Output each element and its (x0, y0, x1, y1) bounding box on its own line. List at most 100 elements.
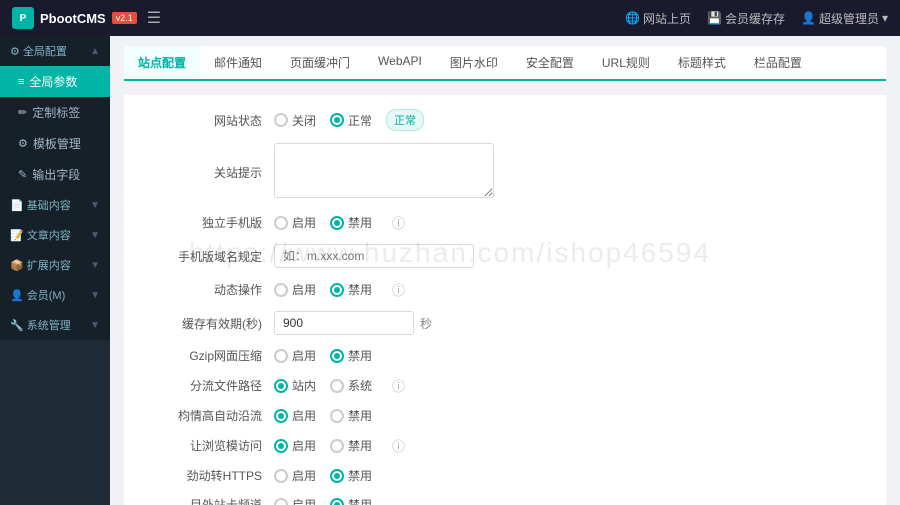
control-https: 启用 禁用 (274, 467, 674, 484)
radio-https-enable[interactable]: 启用 (274, 467, 316, 484)
sidebar-item-output-field[interactable]: ✎ 输出字段 (0, 159, 110, 190)
radio-mobile-disable[interactable]: 禁用 (330, 214, 372, 231)
control-auto-redirect: 启用 禁用 (274, 407, 674, 424)
nav-website[interactable]: 🌐 网站上页 (625, 10, 691, 27)
content-area: 站点配置 邮件通知 页面缓冲门 WebAPI 图片水印 安全配置 URL规则 标… (110, 36, 900, 505)
label-ext-channel: 目外站卡频道 (144, 496, 274, 505)
sidebar-section-label: 👤 会员(M) (10, 287, 65, 303)
radio-path-system[interactable]: 系统 (330, 377, 372, 394)
radio-browser-disable[interactable]: 禁用 (330, 437, 372, 454)
sidebar-item-template[interactable]: ⚙ 模板管理 (0, 128, 110, 159)
label-site-status: 网站状态 (144, 112, 274, 129)
radio-circle-auto-redirect-disable (330, 409, 344, 423)
tab-email-notify[interactable]: 邮件通知 (200, 46, 276, 81)
sidebar-item-label: 定制标签 (32, 104, 80, 121)
radio-circle-browser-enable (274, 439, 288, 453)
radio-https-disable[interactable]: 禁用 (330, 467, 372, 484)
textarea-close-notice[interactable] (274, 143, 494, 198)
control-site-status: 关闭 正常 正常 (274, 109, 674, 131)
radio-auto-redirect-disable[interactable]: 禁用 (330, 407, 372, 424)
radio-dynamic-enable[interactable]: 启用 (274, 281, 316, 298)
sidebar-header-extend[interactable]: 📦 扩展内容 ▼ (0, 250, 110, 280)
radio-circle-browser-disable (330, 439, 344, 453)
sidebar-item-custom-tags[interactable]: ✏ 定制标签 (0, 97, 110, 128)
radio-mobile-enable[interactable]: 启用 (274, 214, 316, 231)
radio-gzip-disable[interactable]: 禁用 (330, 347, 372, 364)
radio-group-gzip: 启用 禁用 (274, 347, 674, 364)
radio-auto-redirect-enable[interactable]: 启用 (274, 407, 316, 424)
chevron-up-icon: ▲ (90, 46, 100, 57)
sidebar-section-system: 🔧 系统管理 ▼ (0, 310, 110, 340)
sidebar-header-system[interactable]: 🔧 系统管理 ▼ (0, 310, 110, 340)
help-icon-dynamic[interactable]: ⓘ (392, 280, 405, 299)
sidebar-section-article: 📝 文章内容 ▼ (0, 220, 110, 250)
sidebar-section-label: ⚙ 全局配置 (10, 43, 67, 59)
radio-circle-ext-enable (274, 498, 288, 505)
tab-image-watermark[interactable]: 图片水印 (436, 46, 512, 81)
radio-group-https: 启用 禁用 (274, 467, 674, 484)
sidebar-header-article[interactable]: 📝 文章内容 ▼ (0, 220, 110, 250)
sidebar-header-member[interactable]: 👤 会员(M) ▼ (0, 280, 110, 310)
control-mobile: 启用 禁用 ⓘ (274, 213, 674, 232)
form-row-dynamic: 动态操作 启用 禁用 ⓘ (144, 280, 866, 299)
form-row-file-path: 分流文件路径 站内 系统 ⓘ (144, 376, 866, 395)
help-icon-browser[interactable]: ⓘ (392, 436, 405, 455)
logo: P PbootCMS v2.1 (12, 7, 137, 29)
radio-group-dynamic: 启用 禁用 ⓘ (274, 280, 674, 299)
nav-cache[interactable]: 💾 会员缓存存 (707, 10, 785, 27)
sidebar-section-extend: 📦 扩展内容 ▼ (0, 250, 110, 280)
sidebar-section-basic: 📄 基础内容 ▼ (0, 190, 110, 220)
tab-webapi[interactable]: WebAPI (364, 46, 436, 81)
control-browser-visit: 启用 禁用 ⓘ (274, 436, 674, 455)
radio-circle-mobile-enable (274, 216, 288, 230)
radio-label-disable: 禁用 (348, 407, 372, 424)
radio-circle-path-local (274, 379, 288, 393)
tab-security[interactable]: 安全配置 (512, 46, 588, 81)
input-cache-expire[interactable] (274, 311, 414, 335)
form-row-close-notice: 关站提示 (144, 143, 866, 201)
field-icon: ✎ (18, 168, 27, 181)
logo-text: PbootCMS (40, 11, 106, 26)
label-gzip: Gzip网面压缩 (144, 347, 274, 364)
hamburger-icon[interactable]: ☰ (147, 8, 161, 28)
tab-title-style[interactable]: 标题样式 (664, 46, 740, 81)
radio-path-local[interactable]: 站内 (274, 377, 316, 394)
nav-admin[interactable]: 👤 超级管理员 ▾ (801, 10, 888, 27)
form-panel: 网站状态 关闭 正常 正常 (124, 95, 886, 505)
input-mobile-domain[interactable] (274, 244, 474, 268)
radio-circle-https-enable (274, 469, 288, 483)
radio-circle-auto-redirect-enable (274, 409, 288, 423)
radio-label-normal: 正常 (348, 112, 372, 129)
form-row-cache-expire: 缓存有效期(秒) 秒 (144, 311, 866, 335)
sidebar-item-label: 全局参数 (29, 73, 77, 90)
radio-dynamic-disable[interactable]: 禁用 (330, 281, 372, 298)
tab-column-config[interactable]: 栏品配置 (740, 46, 816, 81)
radio-ext-enable[interactable]: 启用 (274, 496, 316, 505)
radio-circle-dynamic-enable (274, 283, 288, 297)
sidebar-section-label: 📝 文章内容 (10, 227, 71, 243)
sidebar-header-global[interactable]: ⚙ 全局配置 ▲ (0, 36, 110, 66)
radio-browser-enable[interactable]: 启用 (274, 437, 316, 454)
radio-ext-disable[interactable]: 禁用 (330, 496, 372, 505)
sidebar-header-basic[interactable]: 📄 基础内容 ▼ (0, 190, 110, 220)
control-mobile-domain (274, 244, 674, 268)
radio-label-disable: 禁用 (348, 467, 372, 484)
logo-icon: P (12, 7, 34, 29)
radio-normal[interactable]: 正常 (330, 112, 372, 129)
label-mobile: 独立手机版 (144, 214, 274, 231)
form-row-site-status: 网站状态 关闭 正常 正常 (144, 109, 866, 131)
sidebar-section-member: 👤 会员(M) ▼ (0, 280, 110, 310)
tab-url-rules[interactable]: URL规则 (588, 46, 664, 81)
radio-group-site-status: 关闭 正常 正常 (274, 109, 674, 131)
sidebar-item-label: 模板管理 (33, 135, 81, 152)
radio-gzip-enable[interactable]: 启用 (274, 347, 316, 364)
tab-bar: 站点配置 邮件通知 页面缓冲门 WebAPI 图片水印 安全配置 URL规则 标… (124, 46, 886, 81)
tab-site-config[interactable]: 站点配置 (124, 46, 200, 81)
radio-close[interactable]: 关闭 (274, 112, 316, 129)
help-icon-mobile[interactable]: ⓘ (392, 213, 405, 232)
radio-circle-dynamic-disable (330, 283, 344, 297)
radio-circle-close (274, 113, 288, 127)
sidebar-item-global-params[interactable]: ≡ 全局参数 (0, 66, 110, 97)
tab-page-cache[interactable]: 页面缓冲门 (276, 46, 364, 81)
help-icon-path[interactable]: ⓘ (392, 376, 405, 395)
